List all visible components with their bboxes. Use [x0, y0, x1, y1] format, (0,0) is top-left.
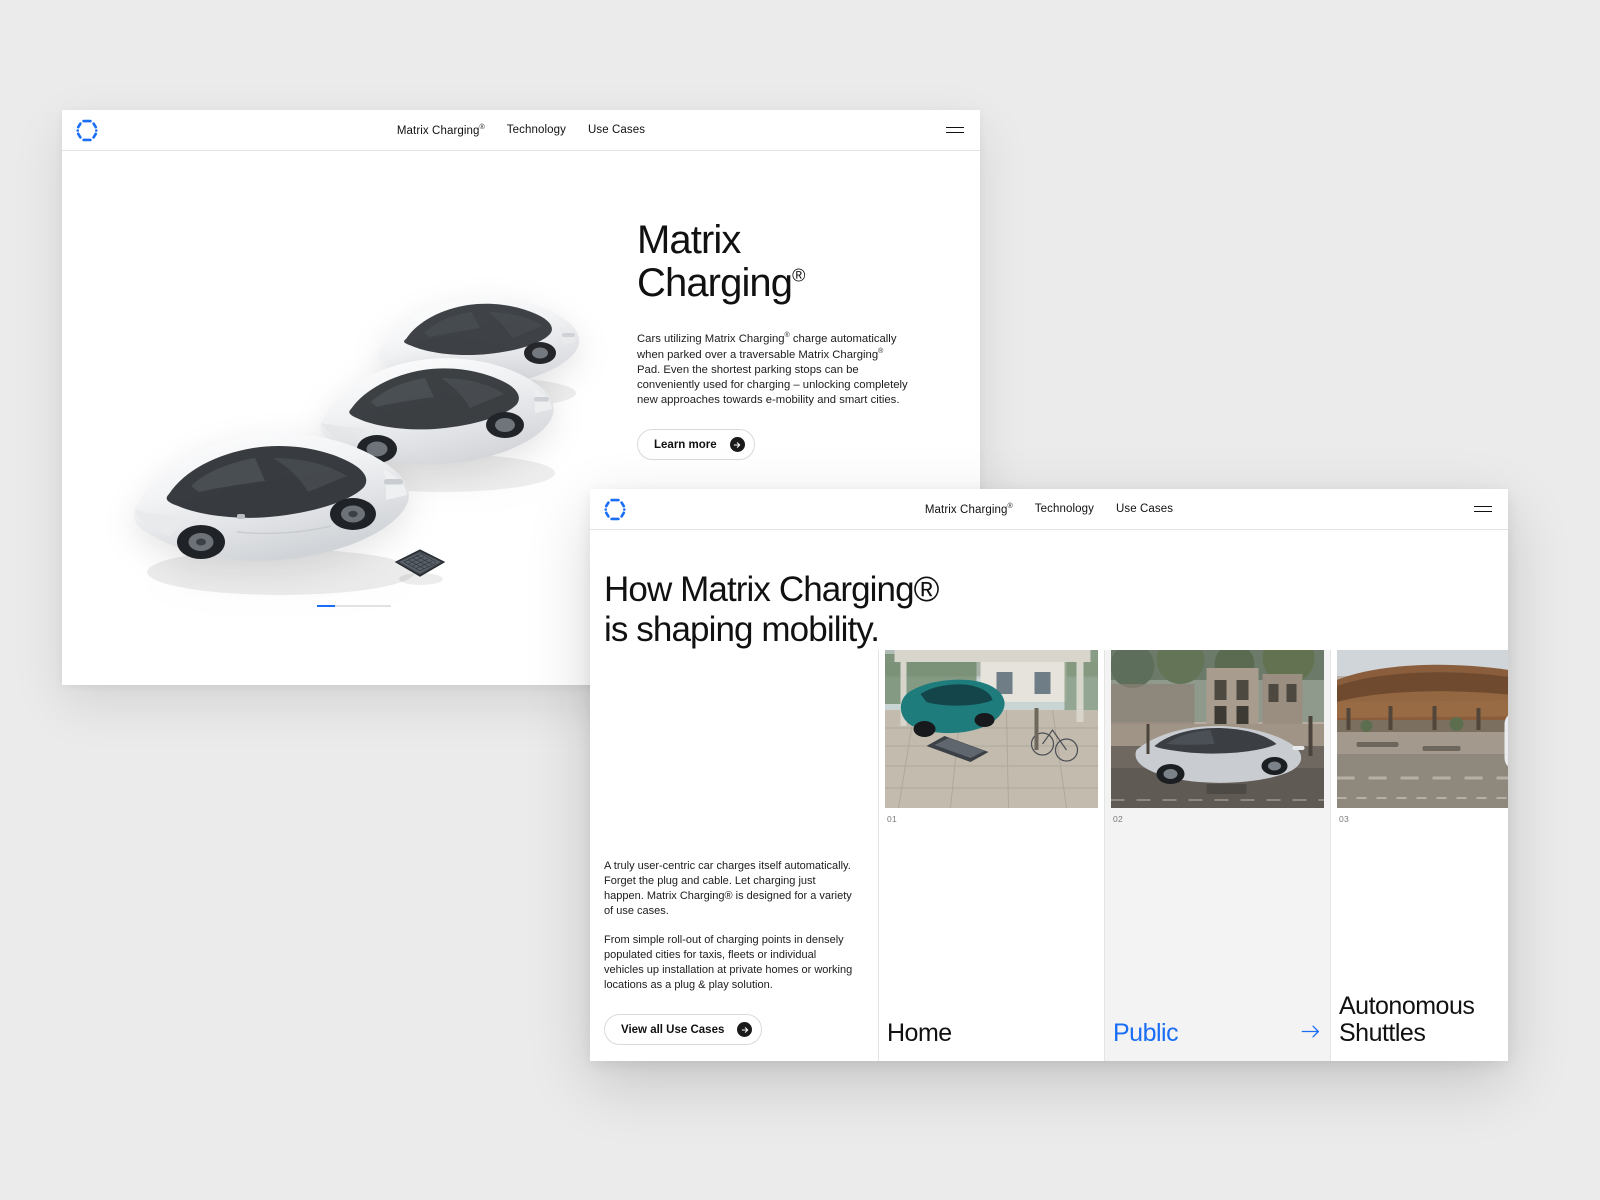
arrow-right-icon	[1301, 1025, 1320, 1038]
card-title-home: Home	[887, 1019, 952, 1047]
view-all-use-cases-label: View all Use Cases	[621, 1023, 725, 1036]
nav-link-matrix-charging[interactable]: Matrix Charging®	[925, 503, 1013, 516]
card-number-public: 02	[1113, 813, 1124, 824]
nav-link-technology[interactable]: Technology	[507, 124, 566, 136]
hero-visual	[62, 151, 637, 685]
hero-paragraph-part-3: Pad. Even the shortest parking stops can…	[637, 363, 908, 407]
logo-dashed-ring-icon	[604, 498, 626, 520]
hero-slider-progress-fill	[317, 605, 335, 607]
usecases-navbar: Matrix Charging® Technology Use Cases	[590, 489, 1508, 530]
hamburger-icon[interactable]	[1474, 502, 1492, 516]
arrow-right-glyph	[741, 1026, 749, 1033]
arrow-right-glyph	[733, 442, 741, 448]
card-image-home	[885, 649, 1098, 808]
hero-navbar: Matrix Charging® Technology Use Cases	[62, 110, 980, 151]
registered-mark: ®	[792, 265, 806, 286]
learn-more-button[interactable]: Learn more	[637, 429, 755, 461]
card-footer-public: Public	[1105, 1020, 1330, 1061]
hamburger-bar	[946, 132, 964, 134]
logo-dashed-ring-icon	[76, 119, 98, 141]
card-image-autonomous-shuttles	[1337, 649, 1508, 808]
use-cases-text-column: A truly user-centric car charges itself …	[590, 650, 878, 1061]
hero-paragraph-part-1: Cars utilizing Matrix Charging	[637, 332, 785, 345]
card-title-public: Public	[1113, 1019, 1179, 1047]
screenshot-stage: Matrix Charging® Technology Use Cases Ma…	[0, 0, 1600, 1200]
hamburger-bar	[1474, 505, 1492, 507]
nav-link-use-cases[interactable]: Use Cases	[588, 124, 645, 136]
nav-link-use-cases[interactable]: Use Cases	[1116, 503, 1173, 515]
registered-mark: ®	[878, 347, 884, 355]
autonomous-shuttle-at-transit-hub	[1337, 649, 1508, 808]
card-footer-autonomous-shuttles: Autonomous Shuttles	[1331, 993, 1508, 1061]
matrix-charging-logo[interactable]	[602, 496, 628, 522]
headline-line-1: How Matrix Charging®	[604, 570, 939, 609]
hero-slider-progress[interactable]	[317, 605, 391, 607]
matrix-charging-logo[interactable]	[74, 117, 100, 143]
nav-link-matrix-charging[interactable]: Matrix Charging®	[397, 124, 485, 137]
card-title-autonomous-shuttles: Autonomous Shuttles	[1339, 992, 1475, 1047]
use-case-card-autonomous-shuttles[interactable]: 03 Autonomous Shuttles	[1330, 649, 1508, 1061]
card-number-home: 01	[887, 813, 898, 824]
usecases-nav-links: Matrix Charging® Technology Use Cases	[925, 503, 1173, 516]
use-cases-paragraph-1: A truly user-centric car charges itself …	[604, 859, 852, 917]
nav-link-technology[interactable]: Technology	[1035, 503, 1094, 515]
teal-suv-in-carport-with-bicycles	[885, 649, 1098, 808]
use-cases-window: Matrix Charging® Technology Use Cases Ho…	[590, 489, 1508, 1061]
arrow-right-circle-icon	[729, 437, 745, 453]
hero-title-line-1: Matrix	[637, 218, 741, 262]
hamburger-bar	[946, 126, 964, 128]
use-case-card-home[interactable]: 01 Home	[878, 649, 1104, 1061]
card-arrow-public[interactable]	[1301, 1025, 1320, 1047]
learn-more-label: Learn more	[654, 438, 717, 451]
hero-title: Matrix Charging®	[637, 219, 940, 305]
use-cases-paragraph-2: From simple roll-out of charging points …	[604, 933, 853, 991]
hero-nav-links: Matrix Charging® Technology Use Cases	[397, 124, 645, 137]
car-front	[133, 433, 415, 595]
card-footer-home: Home	[879, 1020, 1104, 1061]
card-image-public	[1111, 649, 1324, 808]
hero-title-line-2: Charging	[637, 260, 793, 305]
silver-suv-parked-on-city-street	[1111, 649, 1324, 808]
matrix-charging-pad	[394, 549, 446, 585]
hamburger-icon[interactable]	[946, 123, 964, 137]
card-number-autonomous-shuttles: 03	[1339, 813, 1350, 824]
hero-paragraph: Cars utilizing Matrix Charging® charge a…	[637, 331, 909, 409]
headline-line-2: is shaping mobility.	[604, 609, 880, 649]
hamburger-bar	[1474, 511, 1492, 513]
registered-mark: ®	[479, 123, 485, 131]
arrow-right-circle-icon	[737, 1022, 753, 1037]
use-cases-headline: How Matrix Charging® is shaping mobility…	[590, 530, 1508, 650]
use-case-card-public[interactable]: 02 Public	[1104, 649, 1330, 1061]
view-all-use-cases-button[interactable]: View all Use Cases	[604, 1014, 763, 1045]
use-cases-carousel: 01 Home 02 Public 03 Autonomous Shuttles	[878, 649, 1508, 1061]
use-cases-body: How Matrix Charging® is shaping mobility…	[590, 530, 1508, 1061]
use-cases-main: A truly user-centric car charges itself …	[590, 649, 1508, 1061]
registered-mark: ®	[1007, 502, 1013, 510]
